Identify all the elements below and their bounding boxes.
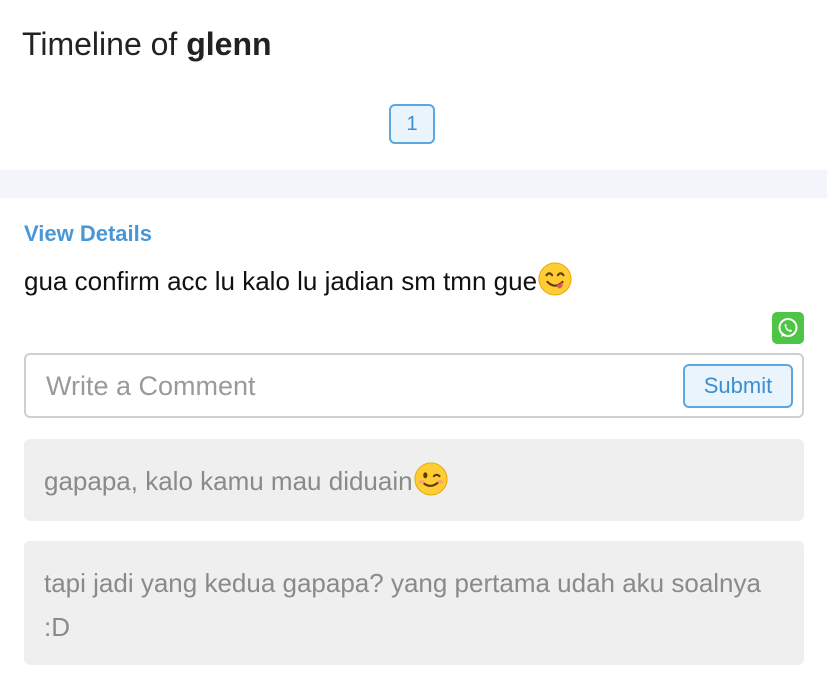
yum-face-icon bbox=[538, 262, 572, 296]
comment-text: gapapa, kalo kamu mau diduain bbox=[44, 466, 413, 496]
whatsapp-icon bbox=[778, 318, 798, 337]
page-title: Timeline of glenn bbox=[22, 24, 272, 64]
page-1-button[interactable]: 1 bbox=[389, 104, 435, 144]
timeline-username[interactable]: glenn bbox=[186, 26, 271, 62]
section-divider bbox=[0, 170, 827, 198]
post-text-container: gua confirm acc lu kalo lu jadian sm tmn… bbox=[24, 262, 572, 298]
comment-item: gapapa, kalo kamu mau diduain bbox=[24, 439, 804, 521]
comment-form: Submit bbox=[24, 353, 804, 418]
whatsapp-share-button[interactable] bbox=[772, 312, 804, 344]
submit-button[interactable]: Submit bbox=[683, 364, 793, 408]
comment-item: tapi jadi yang kedua gapapa? yang pertam… bbox=[24, 541, 804, 665]
post-text: gua confirm acc lu kalo lu jadian sm tmn… bbox=[24, 266, 538, 296]
page-header: Timeline of glenn 1 bbox=[0, 0, 827, 170]
comment-text: tapi jadi yang kedua gapapa? yang pertam… bbox=[44, 568, 761, 642]
title-prefix: Timeline of bbox=[22, 26, 178, 62]
comment-input[interactable] bbox=[46, 367, 666, 405]
view-details-link[interactable]: View Details bbox=[24, 221, 152, 247]
winking-face-icon bbox=[414, 462, 448, 496]
